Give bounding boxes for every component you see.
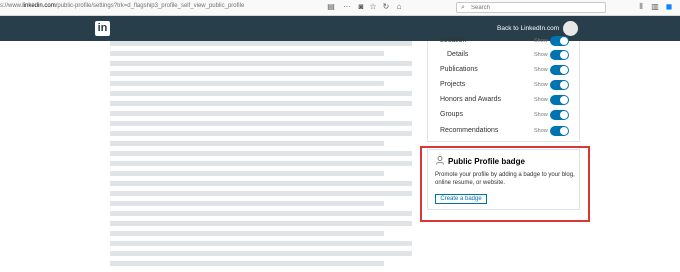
url-prefix: s://www. xyxy=(0,3,23,9)
placeholder-line xyxy=(110,171,384,176)
placeholder-line xyxy=(110,181,412,186)
placeholder-line xyxy=(110,191,412,196)
placeholder-line xyxy=(110,241,412,246)
honors-awards-toggle[interactable] xyxy=(550,95,569,105)
setting-state: Show xyxy=(534,82,548,88)
setting-label: Details xyxy=(447,51,469,58)
browser-toolbar: s://www.linkedin.com/public-profile/sett… xyxy=(0,0,680,16)
reader-view-icon[interactable]: ▤ xyxy=(326,2,336,12)
setting-row-publications: Publications Show xyxy=(428,64,581,76)
setting-state: Show xyxy=(534,52,548,58)
library-icon[interactable]: ⫴ xyxy=(636,2,646,12)
linkedin-logo[interactable]: in xyxy=(95,21,110,36)
setting-label: Projects xyxy=(440,81,466,88)
placeholder-line xyxy=(110,231,384,236)
visibility-settings-panel: Location Show Details Show Publications … xyxy=(427,36,581,142)
publications-toggle[interactable] xyxy=(550,65,569,75)
placeholder-line xyxy=(110,161,412,166)
setting-row-details: Details Show xyxy=(428,49,581,61)
projects-toggle[interactable] xyxy=(550,80,569,90)
placeholder-line xyxy=(110,101,412,106)
sidebar-icon[interactable]: ▥ xyxy=(650,2,660,12)
placeholder-line xyxy=(110,111,384,116)
setting-row-projects: Projects Show xyxy=(428,79,581,91)
setting-state: Show xyxy=(534,112,548,118)
placeholder-line xyxy=(110,91,412,96)
location-toggle[interactable] xyxy=(550,36,569,46)
setting-row-location: Location Show xyxy=(428,35,581,47)
setting-label: Location xyxy=(440,37,467,44)
placeholder-line xyxy=(110,221,412,226)
more-actions-icon[interactable]: ··· xyxy=(342,2,352,12)
setting-state: Show xyxy=(534,128,548,134)
avatar[interactable] xyxy=(563,21,578,36)
details-toggle[interactable] xyxy=(550,50,569,60)
home-icon[interactable]: ⌂ xyxy=(394,2,404,12)
back-to-linkedin-link[interactable]: Back to LinkedIn.com xyxy=(497,25,559,32)
bookmark-star-icon[interactable]: ☆ xyxy=(368,2,378,12)
placeholder-line xyxy=(110,71,412,76)
setting-label: Honors and Awards xyxy=(440,96,501,103)
setting-label: Publications xyxy=(440,66,478,73)
placeholder-line xyxy=(110,141,384,146)
setting-state: Show xyxy=(534,67,548,73)
setting-row-groups: Groups Show xyxy=(428,109,581,121)
highlight-box xyxy=(420,146,590,222)
placeholder-line xyxy=(110,261,384,266)
reload-icon[interactable]: ↻ xyxy=(381,2,391,12)
setting-label: Groups xyxy=(440,111,463,118)
recommendations-toggle[interactable] xyxy=(550,126,569,136)
setting-state: Show xyxy=(534,38,548,44)
setting-row-recommendations: Recommendations Show xyxy=(428,125,581,137)
placeholder-line xyxy=(110,41,412,46)
search-icon: ⌕ xyxy=(461,4,465,11)
setting-state: Show xyxy=(534,97,548,103)
profile-preview-placeholder xyxy=(110,41,412,271)
placeholder-line xyxy=(110,201,384,206)
setting-row-honors-awards: Honors and Awards Show xyxy=(428,94,581,106)
placeholder-line xyxy=(110,121,412,126)
pocket-icon[interactable]: ◙ xyxy=(356,2,366,12)
url-domain: linkedin.com xyxy=(22,3,56,9)
url-path: /public-profile/settings?trk=d_flagship3… xyxy=(55,3,245,9)
placeholder-line xyxy=(110,51,384,56)
placeholder-line xyxy=(110,151,412,156)
extension-icon[interactable]: ◼ xyxy=(664,2,674,12)
placeholder-line xyxy=(110,61,412,66)
browser-search-input[interactable] xyxy=(471,4,601,12)
placeholder-line xyxy=(110,81,384,86)
placeholder-line xyxy=(110,131,412,136)
groups-toggle[interactable] xyxy=(550,110,569,120)
setting-label: Recommendations xyxy=(440,127,499,134)
browser-search-box[interactable]: ⌕ xyxy=(456,2,606,13)
address-bar[interactable]: s://www.linkedin.com/public-profile/sett… xyxy=(0,3,244,9)
placeholder-line xyxy=(110,251,412,256)
placeholder-line xyxy=(110,211,412,216)
